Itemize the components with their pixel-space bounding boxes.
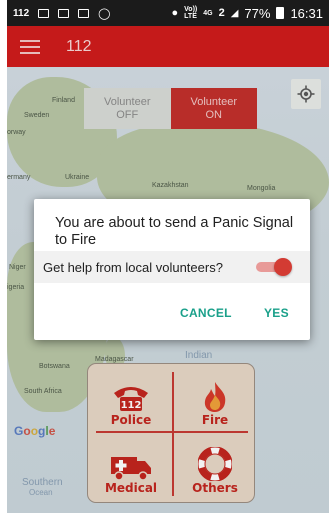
volunteer-help-row[interactable]: Get help from local volunteers? bbox=[34, 251, 310, 283]
cancel-button[interactable]: CANCEL bbox=[180, 306, 232, 320]
clock: 16:31 bbox=[290, 5, 323, 21]
status-notification-112: 112 bbox=[13, 7, 30, 19]
phone-screen: 112 ◯ ● Vo)) LTE 4G 2 ◢ 77% 16:31 112 Fi… bbox=[7, 0, 329, 513]
battery-percent: 77% bbox=[244, 5, 271, 21]
message-icon-2 bbox=[58, 8, 70, 18]
dialog-title: You are about to send a Panic Signal to … bbox=[55, 215, 294, 248]
message-icon bbox=[38, 8, 50, 18]
signal-strength-icon: ◢ bbox=[230, 7, 239, 19]
panic-signal-dialog: You are about to send a Panic Signal to … bbox=[34, 199, 310, 340]
switch-thumb bbox=[274, 258, 292, 276]
yes-button[interactable]: YES bbox=[264, 306, 289, 320]
status-bar: 112 ◯ ● Vo)) LTE 4G 2 ◢ 77% 16:31 bbox=[7, 0, 329, 26]
volte-indicator: Vo)) LTE bbox=[184, 6, 198, 20]
lock-icon: ◯ bbox=[98, 7, 111, 20]
network-4g-indicator: 4G bbox=[203, 9, 213, 17]
battery-icon bbox=[276, 7, 285, 19]
volunteer-help-switch[interactable] bbox=[256, 258, 292, 276]
location-pin-icon: ● bbox=[171, 7, 179, 19]
mail-icon bbox=[78, 8, 90, 18]
sim-2-indicator: 2 bbox=[218, 7, 225, 19]
volunteer-help-label: Get help from local volunteers? bbox=[43, 259, 223, 275]
